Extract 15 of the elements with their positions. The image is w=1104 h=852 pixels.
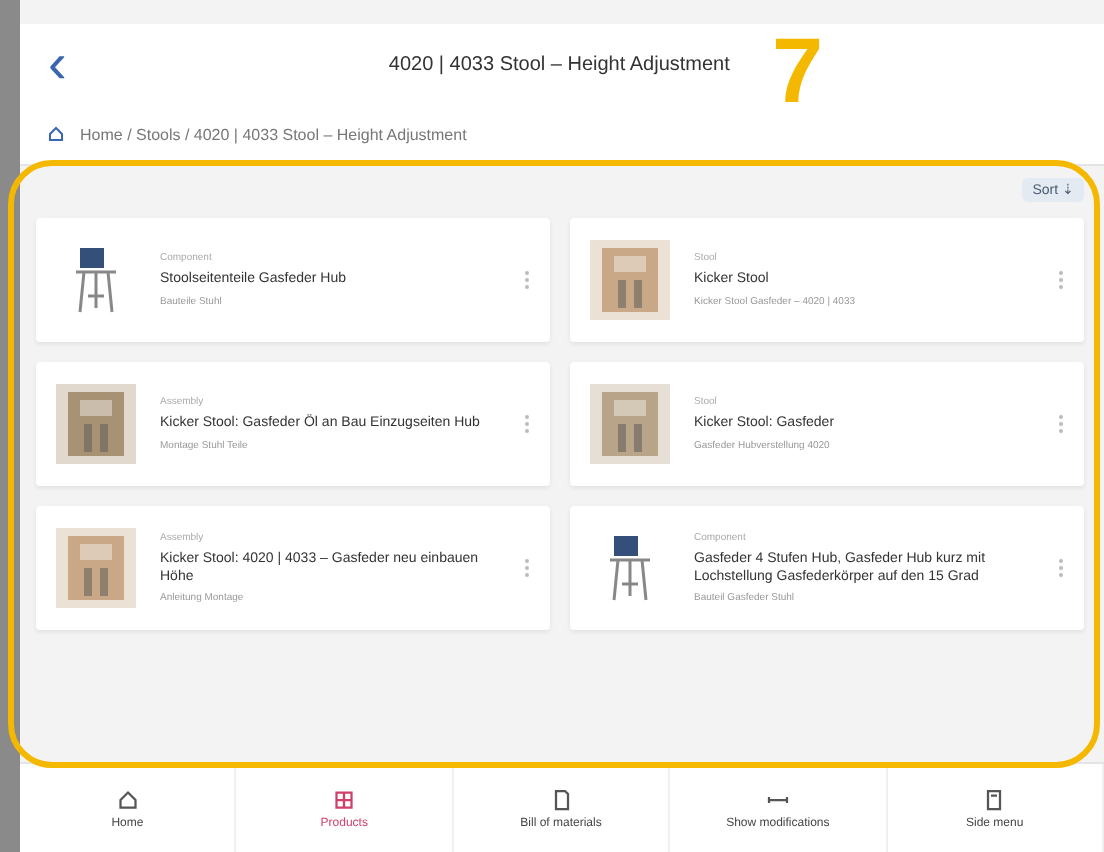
- more-icon[interactable]: [1058, 558, 1064, 578]
- page-title: 4020 | 4033 Stool – Height Adjustment: [386, 53, 732, 75]
- home-icon: [48, 126, 64, 142]
- more-icon[interactable]: [1058, 270, 1064, 290]
- more-icon[interactable]: [524, 270, 530, 290]
- home-icon: [115, 787, 140, 811]
- annotation-number: 7: [772, 24, 824, 116]
- more-icon[interactable]: [1058, 414, 1064, 434]
- more-icon[interactable]: [524, 558, 530, 578]
- grid-icon: [332, 787, 357, 811]
- breadcrumb: Home / Stools / 4020 | 4033 Stool – Height Adjustment: [80, 125, 467, 143]
- back-button[interactable]: ‹: [48, 36, 67, 92]
- panel-icon: [982, 787, 1007, 811]
- more-icon[interactable]: [524, 414, 530, 434]
- document-icon: [549, 787, 574, 811]
